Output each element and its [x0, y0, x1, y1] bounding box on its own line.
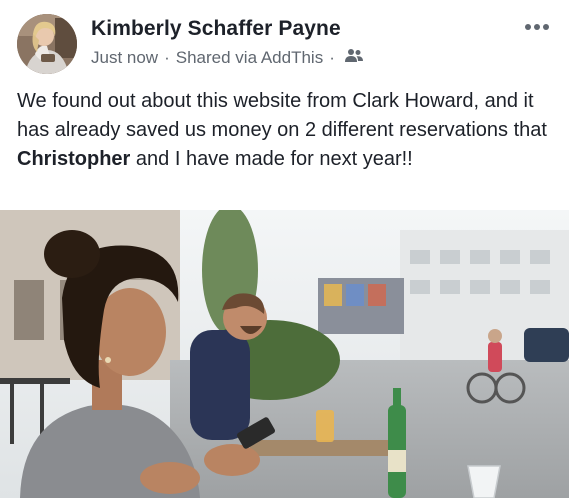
post-message: We found out about this website from Cla…: [17, 87, 552, 174]
post-text-start: We found out about this website from Cla…: [17, 90, 547, 141]
meta-separator: ·: [164, 48, 170, 67]
post-photo[interactable]: [0, 210, 569, 498]
author-avatar[interactable]: [17, 14, 77, 74]
meta-separator: ·: [329, 48, 335, 67]
facebook-post: Kimberly Schaffer Payne Just now · Share…: [0, 0, 569, 498]
post-timestamp[interactable]: Just now: [91, 48, 158, 68]
post-text-end: and I have made for next year!!: [130, 148, 413, 170]
post-meta: Just now · Shared via AddThis ·: [91, 48, 363, 68]
shared-via-label[interactable]: Shared via AddThis: [176, 48, 323, 68]
friends-icon[interactable]: [344, 48, 363, 68]
author-name[interactable]: Kimberly Schaffer Payne: [91, 17, 341, 41]
tagged-name: Christopher: [17, 148, 131, 170]
more-options-icon[interactable]: [523, 20, 551, 34]
